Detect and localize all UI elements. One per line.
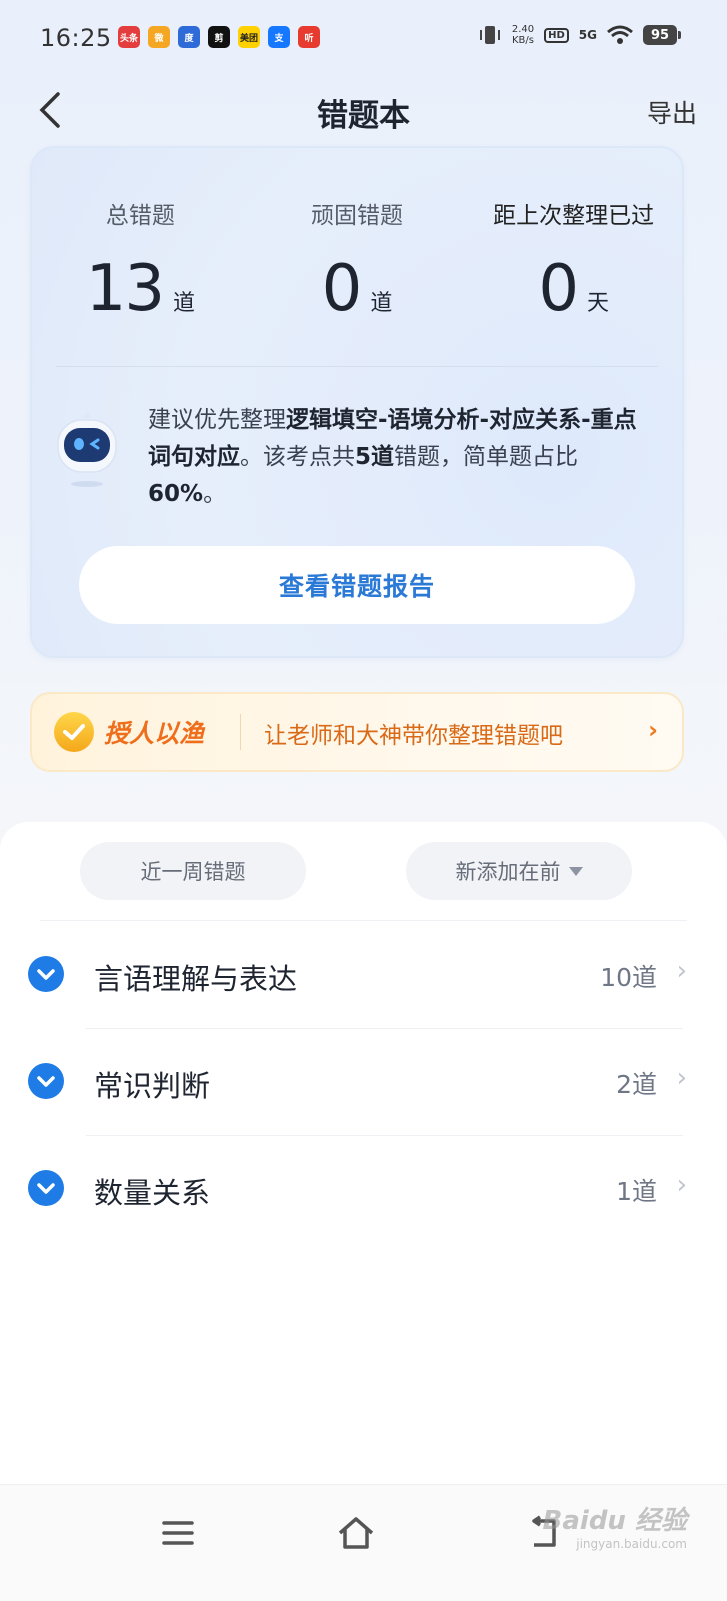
page-title: 错题本 (317, 98, 410, 134)
divider (56, 366, 658, 367)
stat-stubborn-mistakes: 顽固错题 0道 (249, 196, 466, 326)
stats-row: 总错题 13 道 顽固错题 0道 距上次整理已过 0天 (32, 196, 682, 326)
category-row-verbal[interactable]: 言语理解与表达 10道 › (0, 922, 727, 1029)
chevron-down-icon[interactable] (28, 1063, 64, 1099)
wifi-icon (607, 25, 633, 44)
teacher-help-banner[interactable]: 授人以渔 让老师和大神带你整理错题吧 › (30, 692, 684, 772)
toutiao-icon: 头条 (118, 26, 140, 48)
meituan-icon: 美团 (238, 26, 260, 48)
weibo-icon: 微 (148, 26, 170, 48)
chevron-right-icon: › (676, 1063, 687, 1093)
stat-total-mistakes: 总错题 13 道 (32, 196, 249, 326)
signal-5g-icon: 5G (578, 28, 597, 42)
banner-text: 让老师和大神带你整理错题吧 (264, 723, 563, 749)
stat-label: 距上次整理已过 (493, 203, 655, 229)
caret-down-icon (568, 866, 583, 876)
alipay-icon: 支 (268, 26, 290, 48)
chevron-down-icon[interactable] (28, 956, 64, 992)
baidu-watermark: Baidu 经验 jingyan.baidu.com (542, 1506, 687, 1551)
robot-assistant-icon (57, 412, 117, 487)
sort-label: 新添加在前 (455, 860, 561, 884)
menu-icon[interactable] (158, 1513, 198, 1553)
notification-icons: 头条微度剪美团支听 (118, 26, 320, 48)
network-speed: 2.40 KB/s (511, 24, 535, 46)
stat-days-since-review: 距上次整理已过 0天 (465, 196, 682, 326)
stat-value: 13 (85, 252, 165, 326)
check-badge-icon (54, 712, 94, 752)
system-icons: 2.40 KB/s HD 5G 95 (478, 24, 681, 46)
vibrate-icon (479, 26, 500, 44)
banner-brand: 授人以渔 (104, 719, 205, 748)
home-icon[interactable] (336, 1513, 376, 1553)
chevron-right-icon: › (648, 716, 658, 744)
category-count: 1道 (616, 1177, 657, 1206)
mistake-list-panel: 近一周错题 新添加在前 言语理解与表达 10道 › 常识判断 2道 › 数量关系… (0, 822, 727, 1502)
hd-icon: HD (544, 27, 569, 43)
capcut-icon: 剪 (208, 26, 230, 48)
battery-icon: 95 (643, 25, 681, 45)
chevron-down-icon[interactable] (28, 1170, 64, 1206)
view-report-button[interactable]: 查看错题报告 (79, 546, 635, 624)
export-button[interactable]: 导出 (647, 94, 697, 130)
stat-unit: 天 (587, 291, 610, 316)
ting-icon: 听 (298, 26, 320, 48)
divider (40, 920, 687, 921)
category-name: 常识判断 (94, 1069, 211, 1103)
chevron-right-icon: › (676, 1170, 687, 1200)
review-suggestion: 建议优先整理逻辑填空-语境分析-对应关系-重点词句对应。该考点共5道错题，简单题… (148, 407, 637, 507)
status-bar: 16:25 头条微度剪美团支听 2.40 KB/s HD 5G 95 (0, 0, 727, 80)
sort-dropdown[interactable]: 新添加在前 (406, 842, 632, 900)
stat-label: 总错题 (105, 203, 175, 229)
chevron-right-icon: › (676, 956, 687, 986)
status-time: 16:25 (40, 24, 112, 52)
category-name: 数量关系 (94, 1176, 211, 1210)
divider (240, 714, 241, 750)
stat-label: 顽固错题 (311, 203, 403, 229)
category-row-common-sense[interactable]: 常识判断 2道 › (0, 1029, 727, 1136)
category-count: 10道 (600, 963, 657, 992)
time-filter-button[interactable]: 近一周错题 (80, 842, 306, 900)
stat-value: 0 (538, 252, 579, 326)
baidu-icon: 度 (178, 26, 200, 48)
stats-card: 总错题 13 道 顽固错题 0道 距上次整理已过 0天 建议优先整理逻辑填空-语境… (30, 146, 684, 658)
stat-value: 0 (321, 252, 363, 326)
stat-unit: 道 (173, 291, 196, 316)
category-name: 言语理解与表达 (94, 962, 298, 996)
category-count: 2道 (616, 1070, 657, 1099)
category-row-quantitative[interactable]: 数量关系 1道 › (0, 1136, 727, 1243)
stat-unit: 道 (370, 291, 393, 316)
